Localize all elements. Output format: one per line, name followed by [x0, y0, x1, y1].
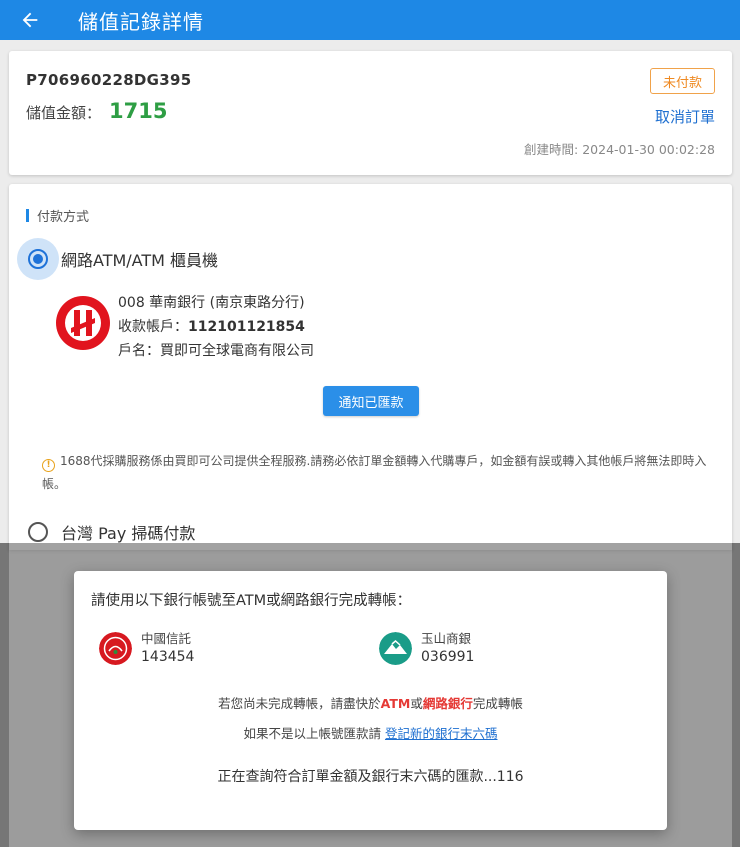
notify-paid-button[interactable]: 通知已匯款: [323, 386, 419, 416]
section-title: 付款方式: [26, 206, 89, 225]
payment-option-atm[interactable]: 網路ATM/ATM 櫃員機: [17, 238, 218, 280]
esun-bank-logo: [379, 631, 412, 665]
dialog-bank-esun: 玉山商銀 036991: [379, 629, 474, 667]
hint-prefix: 若您尚未完成轉帳，請盡快於: [218, 696, 381, 711]
ctbc-bank-logo: [99, 631, 132, 665]
hint-atm: ATM: [380, 696, 411, 711]
amount-row: 儲值金額： 1715: [26, 99, 167, 123]
radio-checked-icon: [28, 249, 48, 269]
payment-option-atm-label: 網路ATM/ATM 櫃員機: [61, 251, 219, 270]
dialog-bank-ctbc-text: 中國信託 143454: [141, 629, 194, 667]
bank-account-row: 收款帳戶：112101121854: [118, 315, 314, 339]
hint-suffix: 完成轉帳: [472, 696, 523, 711]
transfer-dialog: 請使用以下銀行帳號至ATM或網路銀行完成轉帳： 中國信託 143454 玉山商銀…: [74, 571, 667, 830]
dialog-status: 正在查詢符合訂單金額及銀行末六碼的匯款...116: [217, 769, 524, 785]
warning-icon: !: [42, 459, 55, 472]
page-title: 儲值記錄詳情: [78, 9, 204, 34]
hint-online-bank: 網路銀行: [422, 696, 473, 711]
created-time: 創建時間: 2024-01-30 00:02:28: [524, 142, 715, 157]
dialog-hint: 若您尚未完成轉帳，請盡快於ATM或網路銀行完成轉帳: [74, 693, 667, 712]
bank-account-number: 112101121854: [188, 319, 305, 335]
dialog-bank-name: 玉山商銀: [421, 631, 472, 646]
amount-value: 1715: [109, 99, 168, 123]
payment-warning: ! 1688代採購服務係由買即可公司提供全程服務.請務必依訂單金額轉入代購專戶，如…: [42, 450, 712, 496]
dialog-bank-name: 中國信託: [141, 631, 192, 646]
dialog-title: 請使用以下銀行帳號至ATM或網路銀行完成轉帳：: [91, 593, 412, 609]
order-id: P706960228DG395: [26, 71, 192, 89]
order-card: P706960228DG395 儲值金額： 1715 未付款 取消訂單 創建時間…: [9, 51, 732, 175]
register-prefix: 如果不是以上帳號匯款請: [243, 726, 381, 741]
warning-text: 1688代採購服務係由買即可公司提供全程服務.請務必依訂單金額轉入代購專戶，如金…: [42, 454, 707, 491]
status-badge: 未付款: [650, 68, 715, 94]
back-button[interactable]: [0, 0, 60, 40]
radio-unchecked-icon: [28, 522, 48, 542]
cancel-order-link[interactable]: 取消訂單: [655, 106, 715, 127]
bank-holder: 戶名：買即可全球電商有限公司: [118, 343, 314, 359]
radio-focus-halo: [17, 238, 59, 280]
arrow-left-icon: [22, 12, 38, 28]
payment-option-taiwan-pay-label: 台灣 Pay 掃碼付款: [61, 524, 196, 543]
hint-or: 或: [410, 696, 423, 711]
bank-info: 008 華南銀行 (南京東路分行) 收款帳戶：112101121854 戶名：買…: [118, 291, 314, 363]
dialog-bank-code: 143454: [141, 649, 195, 665]
dialog-bank-ctbc: 中國信託 143454: [99, 629, 194, 667]
app-bar: 儲值記錄詳情: [0, 0, 740, 40]
section-marker: [26, 209, 29, 222]
huanan-bank-logo: [56, 296, 110, 350]
dialog-bank-code: 036991: [421, 649, 475, 665]
section-title-text: 付款方式: [37, 210, 90, 225]
dialog-bank-esun-text: 玉山商銀 036991: [421, 629, 474, 667]
dialog-register: 如果不是以上帳號匯款請 登記新的銀行末六碼: [74, 723, 667, 742]
register-bank-link[interactable]: 登記新的銀行末六碼: [385, 726, 498, 741]
bank-name: 008 華南銀行 (南京東路分行): [118, 295, 305, 311]
payment-card: 付款方式 網路ATM/ATM 櫃員機 008 華南銀行 (南京東路分行) 收款帳…: [9, 184, 732, 550]
bank-account-label: 收款帳戶：: [118, 319, 188, 335]
amount-label: 儲值金額：: [26, 104, 102, 122]
